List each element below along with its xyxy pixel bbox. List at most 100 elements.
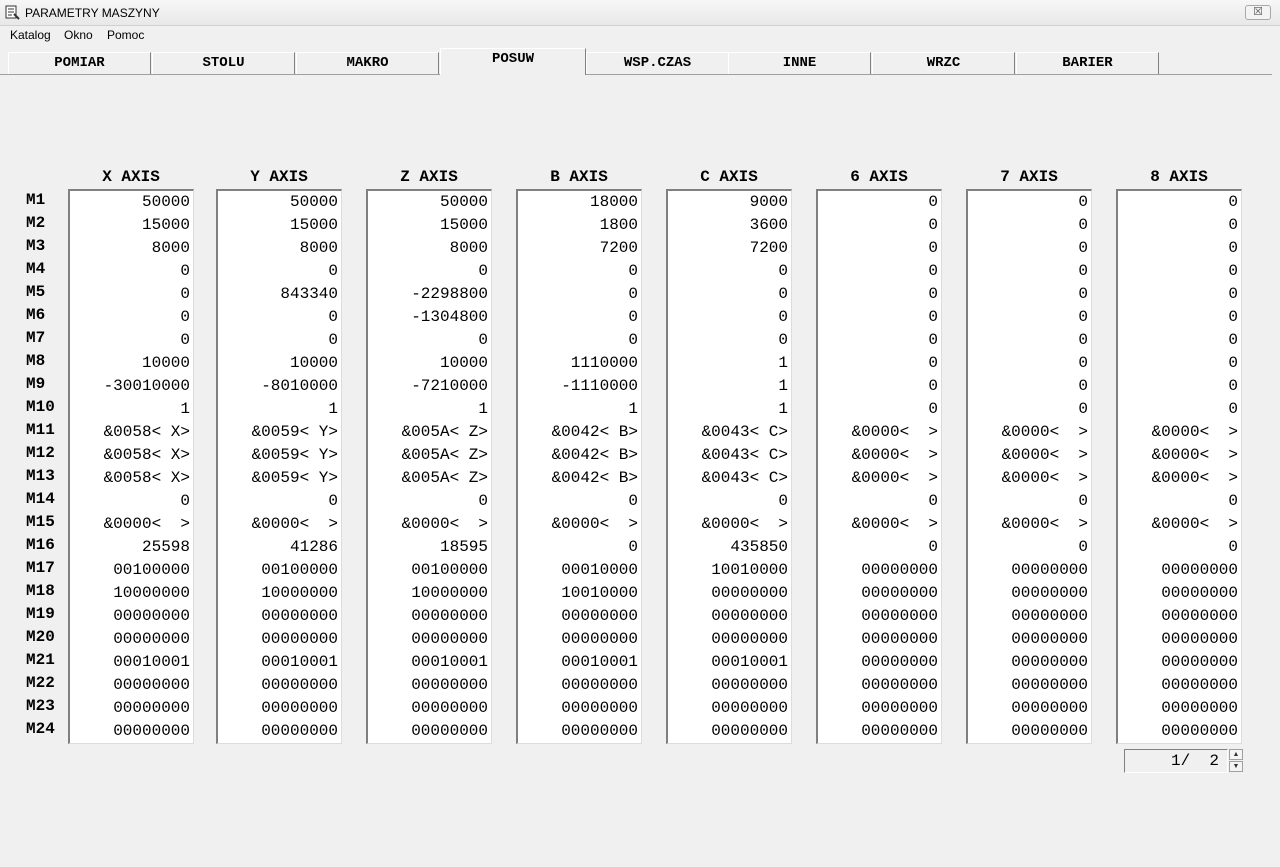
parameter-cell[interactable]: 00000000 xyxy=(1118,651,1238,674)
parameter-cell[interactable]: 00000000 xyxy=(818,582,938,605)
parameter-cell[interactable]: 00010001 xyxy=(518,651,638,674)
parameter-cell[interactable]: 00000000 xyxy=(1118,720,1238,743)
parameter-cell[interactable]: 00010001 xyxy=(218,651,338,674)
parameter-cell[interactable]: 00000000 xyxy=(218,697,338,720)
parameter-cell[interactable]: 0 xyxy=(1118,306,1238,329)
parameter-cell[interactable]: 0 xyxy=(968,490,1088,513)
parameter-cell[interactable]: 0 xyxy=(518,260,638,283)
parameter-cell[interactable]: 7200 xyxy=(518,237,638,260)
parameter-cell[interactable]: 00000000 xyxy=(1118,628,1238,651)
parameter-cell[interactable]: &0043< C> xyxy=(668,467,788,490)
parameter-cell[interactable]: 1800 xyxy=(518,214,638,237)
parameter-cell[interactable]: &0000< > xyxy=(1118,467,1238,490)
parameter-cell[interactable]: 0 xyxy=(968,536,1088,559)
parameter-cell[interactable]: &005A< Z> xyxy=(368,421,488,444)
parameter-cell[interactable]: 50000 xyxy=(218,191,338,214)
parameter-cell[interactable]: 00000000 xyxy=(668,628,788,651)
parameter-cell[interactable]: &0000< > xyxy=(818,467,938,490)
parameter-cell[interactable]: 0 xyxy=(968,398,1088,421)
parameter-cell[interactable]: 0 xyxy=(518,490,638,513)
parameter-cell[interactable]: 00000000 xyxy=(968,674,1088,697)
parameter-cell[interactable]: 10000 xyxy=(70,352,190,375)
parameter-cell[interactable]: 00000000 xyxy=(668,582,788,605)
parameter-cell[interactable]: &0000< > xyxy=(818,421,938,444)
parameter-cell[interactable]: 0 xyxy=(818,329,938,352)
parameter-cell[interactable]: 1 xyxy=(518,398,638,421)
parameter-cell[interactable]: 00000000 xyxy=(70,628,190,651)
parameter-cell[interactable]: &0000< > xyxy=(968,444,1088,467)
parameter-cell[interactable]: 00000000 xyxy=(668,674,788,697)
tab-inne[interactable]: INNE xyxy=(728,52,871,74)
tab-barier[interactable]: BARIER xyxy=(1016,52,1159,74)
parameter-cell[interactable]: 0 xyxy=(818,283,938,306)
parameter-cell[interactable]: 0 xyxy=(968,283,1088,306)
parameter-cell[interactable]: &0058< X> xyxy=(70,421,190,444)
parameter-cell[interactable]: 435850 xyxy=(668,536,788,559)
parameter-cell[interactable]: &0059< Y> xyxy=(218,467,338,490)
parameter-cell[interactable]: 00000000 xyxy=(70,697,190,720)
parameter-cell[interactable]: &0000< > xyxy=(218,513,338,536)
parameter-cell[interactable]: 0 xyxy=(218,329,338,352)
parameter-cell[interactable]: 00000000 xyxy=(968,559,1088,582)
parameter-cell[interactable]: 00010000 xyxy=(518,559,638,582)
parameter-cell[interactable]: 10000 xyxy=(368,352,488,375)
parameter-cell[interactable]: &0000< > xyxy=(368,513,488,536)
tab-makro[interactable]: MAKRO xyxy=(296,52,439,74)
parameter-cell[interactable]: 00000000 xyxy=(668,720,788,743)
parameter-cell[interactable]: 0 xyxy=(1118,352,1238,375)
menu-katalog[interactable]: Katalog xyxy=(10,28,51,42)
parameter-cell[interactable]: 00000000 xyxy=(968,697,1088,720)
parameter-cell[interactable]: 00000000 xyxy=(818,628,938,651)
parameter-cell[interactable]: 0 xyxy=(1118,191,1238,214)
parameter-cell[interactable]: &0042< B> xyxy=(518,444,638,467)
parameter-cell[interactable]: 15000 xyxy=(368,214,488,237)
parameter-cell[interactable]: -7210000 xyxy=(368,375,488,398)
parameter-cell[interactable]: 00010001 xyxy=(368,651,488,674)
parameter-cell[interactable]: 00000000 xyxy=(668,697,788,720)
parameter-cell[interactable]: -2298800 xyxy=(368,283,488,306)
parameter-cell[interactable]: 0 xyxy=(668,260,788,283)
parameter-cell[interactable]: &0043< C> xyxy=(668,444,788,467)
tab-wrzc[interactable]: WRZC xyxy=(872,52,1015,74)
parameter-cell[interactable]: 0 xyxy=(368,260,488,283)
parameter-cell[interactable]: 00100000 xyxy=(368,559,488,582)
parameter-cell[interactable]: 00000000 xyxy=(1118,697,1238,720)
parameter-cell[interactable]: 00000000 xyxy=(70,605,190,628)
parameter-cell[interactable]: 0 xyxy=(70,490,190,513)
parameter-cell[interactable]: 25598 xyxy=(70,536,190,559)
parameter-cell[interactable]: 0 xyxy=(968,306,1088,329)
parameter-cell[interactable]: 9000 xyxy=(668,191,788,214)
parameter-cell[interactable]: 00010001 xyxy=(70,651,190,674)
parameter-cell[interactable]: 0 xyxy=(518,329,638,352)
parameter-cell[interactable]: 0 xyxy=(1118,398,1238,421)
parameter-cell[interactable]: &0059< Y> xyxy=(218,421,338,444)
parameter-cell[interactable]: 00100000 xyxy=(70,559,190,582)
parameter-cell[interactable]: 0 xyxy=(1118,329,1238,352)
parameter-cell[interactable]: 0 xyxy=(518,306,638,329)
parameter-cell[interactable]: 00000000 xyxy=(368,697,488,720)
parameter-cell[interactable]: 00000000 xyxy=(818,651,938,674)
parameter-cell[interactable]: 0 xyxy=(968,329,1088,352)
parameter-cell[interactable]: 00000000 xyxy=(968,605,1088,628)
parameter-cell[interactable]: 0 xyxy=(968,260,1088,283)
parameter-cell[interactable]: 1 xyxy=(668,352,788,375)
parameter-cell[interactable]: &0000< > xyxy=(1118,513,1238,536)
parameter-cell[interactable]: 00000000 xyxy=(518,697,638,720)
parameter-cell[interactable]: 0 xyxy=(1118,214,1238,237)
parameter-cell[interactable]: 10000 xyxy=(218,352,338,375)
parameter-cell[interactable]: 00000000 xyxy=(218,628,338,651)
parameter-cell[interactable]: 00000000 xyxy=(368,674,488,697)
parameter-cell[interactable]: 0 xyxy=(968,214,1088,237)
parameter-cell[interactable]: 00000000 xyxy=(518,605,638,628)
parameter-cell[interactable]: 0 xyxy=(70,306,190,329)
parameter-cell[interactable]: 00000000 xyxy=(1118,674,1238,697)
parameter-cell[interactable]: &0058< X> xyxy=(70,467,190,490)
parameter-cell[interactable]: 0 xyxy=(818,398,938,421)
parameter-cell[interactable]: 0 xyxy=(1118,536,1238,559)
parameter-cell[interactable]: 0 xyxy=(818,191,938,214)
parameter-cell[interactable]: &0058< X> xyxy=(70,444,190,467)
parameter-cell[interactable]: 0 xyxy=(968,191,1088,214)
parameter-cell[interactable]: -1304800 xyxy=(368,306,488,329)
parameter-cell[interactable]: 3600 xyxy=(668,214,788,237)
parameter-cell[interactable]: 0 xyxy=(818,306,938,329)
